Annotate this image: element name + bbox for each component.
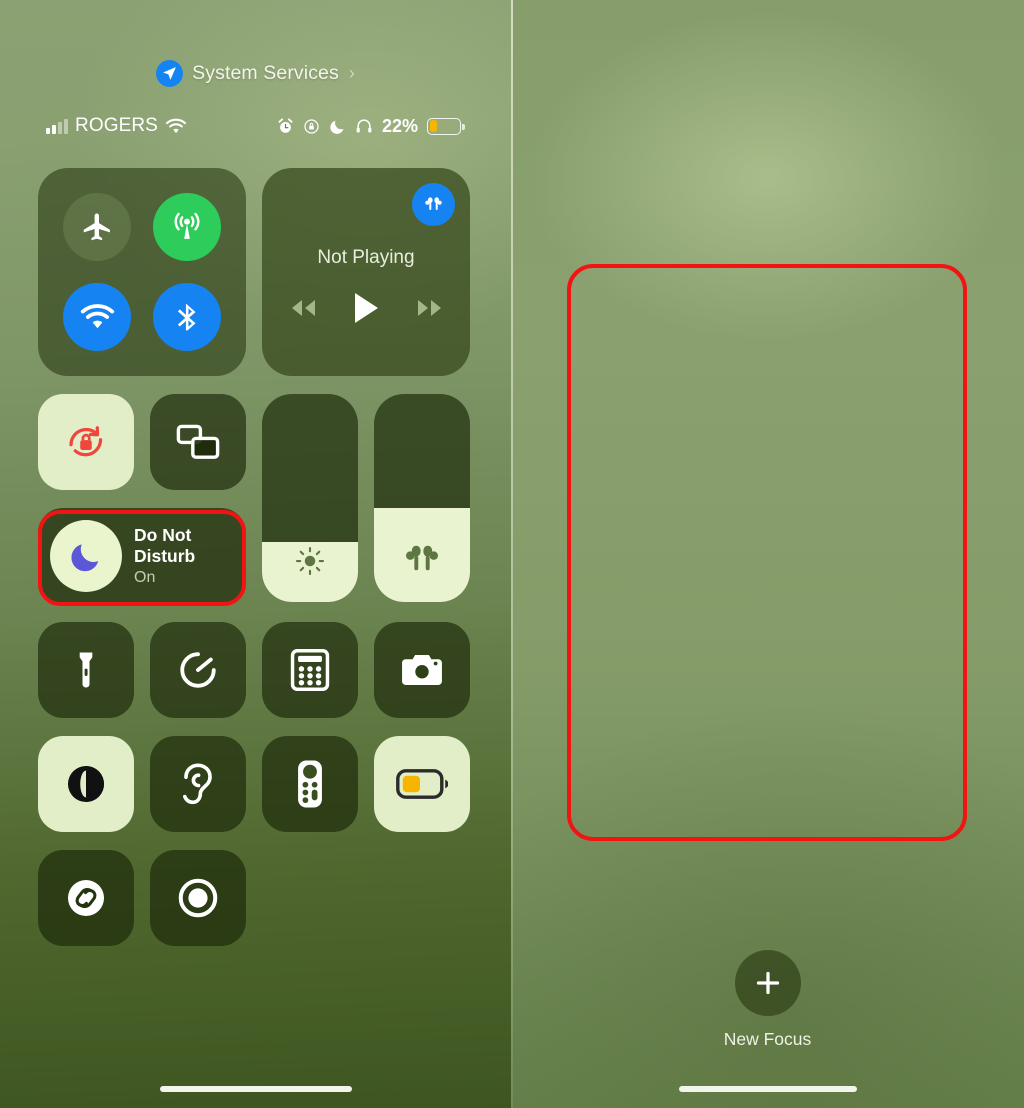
play-icon[interactable]	[352, 291, 381, 325]
brightness-slider[interactable]	[262, 394, 358, 602]
rewind-icon[interactable]	[286, 296, 322, 320]
rotation-lock-toggle[interactable]	[38, 394, 134, 490]
focus-picker-panel: Do Not Disturb On Work	[511, 0, 1024, 1108]
cc-row-shortcuts-3	[38, 850, 476, 946]
home-indicator	[679, 1086, 857, 1092]
status-bar-right: 22%	[277, 115, 465, 137]
location-arrow-icon	[156, 60, 184, 87]
dark-mode-button[interactable]	[38, 736, 134, 832]
camera-button[interactable]	[374, 622, 470, 718]
wifi-icon[interactable]	[63, 283, 131, 351]
crescent-moon-icon	[329, 118, 346, 135]
flashlight-button[interactable]	[38, 622, 134, 718]
system-services-label: System Services	[192, 62, 339, 84]
focus-list-highlight-box	[567, 264, 967, 841]
media-player-module: Not Playing	[262, 168, 470, 376]
hearing-button[interactable]	[150, 736, 246, 832]
status-bar: ROGERS 22%	[0, 110, 511, 142]
cc-row-toggles-sliders: Do Not Disturb On	[38, 394, 476, 604]
plus-icon[interactable]	[734, 950, 801, 1016]
cellular-bars-icon	[46, 118, 68, 134]
headphones-icon	[355, 117, 373, 135]
panel-divider	[511, 0, 513, 1108]
focus-tile-title-line1: Do Not	[134, 524, 192, 545]
focus-tile-status: On	[134, 568, 156, 586]
screen-record-button[interactable]	[150, 850, 246, 946]
home-indicator	[160, 1086, 352, 1092]
screenshot-root: System Services › ROGERS 22% Not Playing…	[0, 0, 1024, 1108]
screen-mirroring-toggle[interactable]	[150, 394, 246, 490]
focus-tile-labels: Do Not Disturb On	[134, 525, 195, 588]
rotation-lock-icon	[303, 118, 320, 135]
volume-slider[interactable]	[374, 394, 470, 602]
cc-row-shortcuts-1	[38, 622, 476, 718]
now-playing-label: Not Playing	[317, 247, 415, 268]
cc-toggle-pair	[38, 394, 246, 490]
focus-tile-title-line2: Disturb	[134, 545, 196, 566]
cc-row-shortcuts-2	[38, 736, 476, 832]
brightness-icon	[295, 546, 325, 576]
focus-control-tile[interactable]: Do Not Disturb On	[38, 508, 246, 604]
carrier-label: ROGERS	[75, 115, 158, 136]
calculator-button[interactable]	[262, 622, 358, 718]
fast-forward-icon[interactable]	[411, 296, 447, 320]
tv-remote-button[interactable]	[262, 736, 358, 832]
crescent-moon-icon	[50, 520, 122, 592]
bluetooth-icon[interactable]	[153, 283, 221, 351]
cc-row-connectivity-media: Not Playing	[38, 168, 476, 376]
connectivity-module	[38, 168, 246, 376]
alarm-clock-icon	[277, 117, 294, 135]
shazam-button[interactable]	[38, 850, 134, 946]
cc-left-stack: Do Not Disturb On	[38, 394, 246, 604]
battery-percent-label: 22%	[382, 115, 419, 136]
battery-icon	[427, 117, 465, 135]
control-center-grid: Not Playing Do Not Disturb On	[38, 168, 476, 946]
new-focus-label: New Focus	[723, 1029, 812, 1049]
chevron-right-icon: ›	[348, 63, 355, 83]
airpods-icon[interactable]	[412, 183, 455, 226]
airplane-icon[interactable]	[63, 193, 131, 261]
wifi-icon	[165, 118, 187, 135]
timer-button[interactable]	[150, 622, 246, 718]
airpods-icon	[401, 542, 443, 576]
control-center-panel: System Services › ROGERS 22% Not Playing…	[0, 0, 511, 1108]
low-power-mode-button[interactable]	[374, 736, 470, 832]
new-focus-section[interactable]: New Focus	[511, 950, 1024, 1050]
system-services-banner[interactable]: System Services ›	[0, 60, 511, 87]
status-bar-left: ROGERS	[46, 115, 187, 137]
cellular-antenna-icon[interactable]	[153, 193, 221, 261]
media-transport-controls	[286, 291, 447, 325]
